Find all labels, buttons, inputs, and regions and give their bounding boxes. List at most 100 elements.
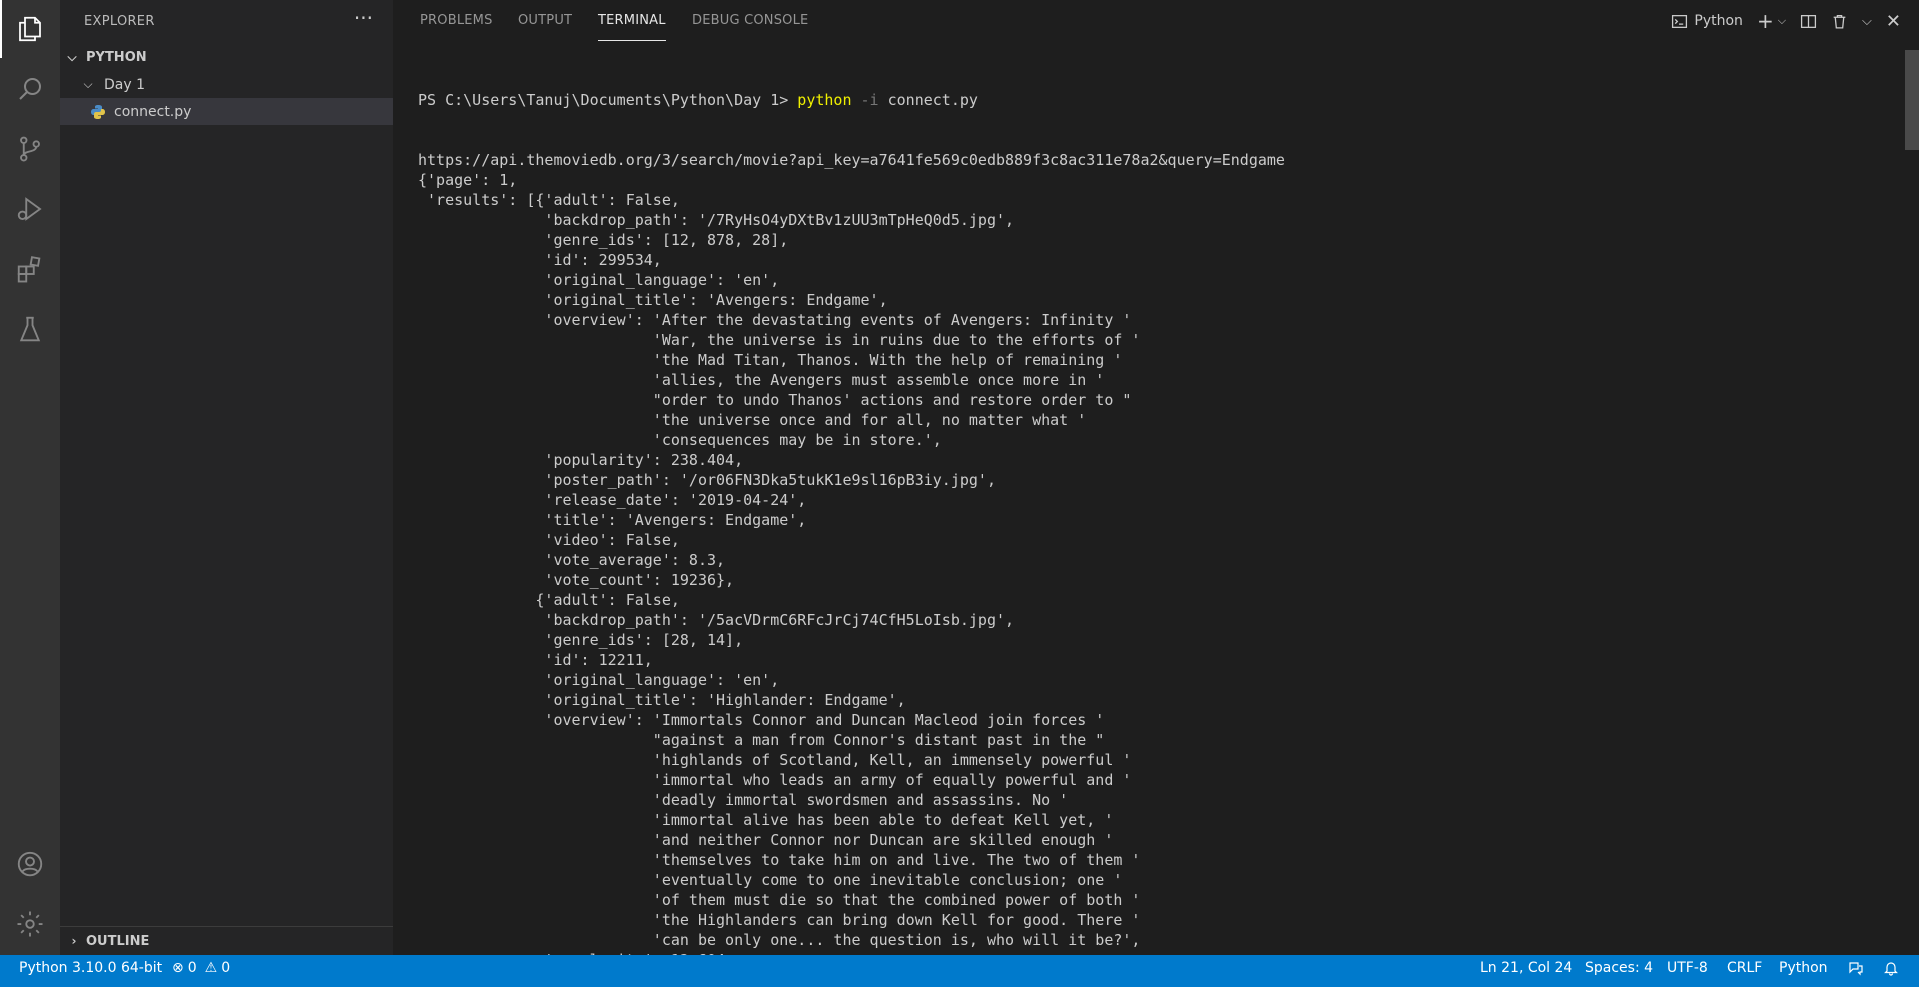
command-flag: -i — [851, 91, 879, 109]
indentation[interactable]: Spaces: 4 — [1585, 955, 1653, 981]
tab-problems[interactable]: PROBLEMS — [420, 13, 493, 28]
file-connect-py[interactable]: connect.py — [60, 98, 421, 125]
terminal-line: 'release_date': '2019-04-24', — [418, 491, 807, 509]
warning-count: 0 — [221, 960, 231, 976]
terminal-line: 'id': 299534, — [418, 251, 662, 269]
terminal-lines: https://api.themoviedb.org/3/search/movi… — [418, 150, 1888, 955]
terminal-line: 'War, the universe is in ruins due to th… — [418, 331, 1141, 349]
panel-toolbar: Python + ⌵ ⌵ ✕ — [1671, 8, 1901, 34]
terminal-line: "against a man from Connor's distant pas… — [418, 731, 1105, 749]
terminal-line: 'title': 'Avengers: Endgame', — [418, 511, 807, 529]
terminal-line: 'immortal who leads an army of equally p… — [418, 771, 1132, 789]
extensions-icon[interactable] — [0, 240, 60, 298]
terminal-profile[interactable]: Python — [1671, 13, 1743, 30]
chevron-right-icon: › — [71, 934, 77, 948]
explorer-sidebar: EXPLORER ··· ⌵ PYTHON ⌵ Day 1 connect.py… — [60, 0, 421, 955]
status-bar: Python 3.10.0 64-bit ⊗ 0 ⚠ 0 Ln 21, Col … — [0, 955, 1919, 987]
account-icon[interactable] — [0, 835, 60, 893]
outline-section[interactable]: › OUTLINE — [60, 926, 393, 955]
terminal-line: 'vote_average': 8.3, — [418, 551, 726, 569]
trash-icon[interactable] — [1831, 13, 1848, 30]
terminal-line: 'can be only one... the question is, who… — [418, 931, 1141, 949]
terminal-prompt: PS C:\Users\Tanuj\Documents\Python\Day 1… — [418, 91, 798, 109]
terminal-line: https://api.themoviedb.org/3/search/movi… — [418, 151, 1285, 169]
terminal-line: 'and neither Connor nor Duncan are skill… — [418, 831, 1114, 849]
settings-gear-icon[interactable] — [0, 895, 60, 953]
terminal-line: 'backdrop_path': '/5acVDrmC6RFcJrCj74CfH… — [418, 611, 1015, 629]
terminal-line: 'of them must die so that the combined p… — [418, 891, 1141, 909]
folder-day-1[interactable]: ⌵ Day 1 — [60, 71, 413, 98]
terminal-line: 'consequences may be in store.', — [418, 431, 942, 449]
terminal-line: 'poster_path': '/or06FN3Dka5tukK1e9sl16p… — [418, 471, 996, 489]
terminal-icon — [1672, 14, 1688, 28]
testing-icon[interactable] — [0, 300, 60, 358]
terminal-line: 'themselves to take him on and live. The… — [418, 851, 1141, 869]
encoding[interactable]: UTF-8 — [1667, 955, 1708, 981]
split-terminal-icon[interactable] — [1800, 13, 1817, 30]
command-keyword: python — [797, 91, 852, 109]
run-debug-icon[interactable] — [0, 180, 60, 238]
terminal-line: {'page': 1, — [418, 171, 518, 189]
maximize-panel-icon[interactable]: ⌵ — [1862, 14, 1872, 29]
outline-label: OUTLINE — [86, 933, 150, 949]
chevron-down-icon: ⌵ — [83, 77, 93, 91]
activity-bar — [0, 0, 60, 955]
warning-icon: ⚠ — [204, 960, 218, 976]
tab-output[interactable]: OUTPUT — [518, 13, 572, 28]
terminal-line: 'original_language': 'en', — [418, 671, 780, 689]
terminal-line: 'deadly immortal swordsmen and assassins… — [418, 791, 1069, 809]
workspace-folder[interactable]: ⌵ PYTHON — [60, 44, 397, 71]
terminal-line: 'overview': 'Immortals Connor and Duncan… — [418, 711, 1105, 729]
terminal-line: 'genre_ids': [28, 14], — [418, 631, 744, 649]
end-of-line[interactable]: CRLF — [1727, 955, 1762, 981]
terminal-line: 'results': [{'adult': False, — [418, 191, 680, 209]
tab-terminal[interactable]: TERMINAL — [598, 13, 666, 41]
terminal-line: 'the Mad Titan, Thanos. With the help of… — [418, 351, 1123, 369]
terminal-output[interactable]: PS C:\Users\Tanuj\Documents\Python\Day 1… — [418, 50, 1888, 955]
panel-tabs: PROBLEMS OUTPUT TERMINAL DEBUG CONSOLE P… — [393, 0, 1919, 42]
python-interpreter[interactable]: Python 3.10.0 64-bit — [19, 955, 162, 981]
terminal-line: 'the Highlanders can bring down Kell for… — [418, 911, 1141, 929]
notifications-bell-icon[interactable] — [1883, 955, 1899, 981]
terminal-line: 'the universe once and for all, no matte… — [418, 411, 1087, 429]
explorer-icon[interactable] — [0, 0, 60, 58]
error-icon: ⊗ — [172, 960, 184, 976]
terminal-line: 'video': False, — [418, 531, 680, 549]
explorer-title: EXPLORER — [84, 14, 155, 29]
terminal-line: 'id': 12211, — [418, 651, 653, 669]
terminal-line: 'backdrop_path': '/7RyHsO4yDXtBv1zUU3mTp… — [418, 211, 1015, 229]
more-actions-icon[interactable]: ··· — [354, 6, 373, 30]
cursor-position[interactable]: Ln 21, Col 24 — [1480, 955, 1572, 981]
terminal-line: {'adult': False, — [418, 591, 680, 609]
terminal-line: 'popularity': 238.404, — [418, 451, 744, 469]
terminal-line: 'original_language': 'en', — [418, 271, 780, 289]
python-file-icon — [90, 104, 106, 120]
workspace-label: PYTHON — [86, 50, 147, 65]
terminal-line: 'highlands of Scotland, Kell, an immense… — [418, 751, 1132, 769]
terminal-panel: PROBLEMS OUTPUT TERMINAL DEBUG CONSOLE P… — [393, 0, 1919, 955]
tab-debug-console[interactable]: DEBUG CONSOLE — [692, 13, 808, 28]
close-panel-icon[interactable]: ✕ — [1886, 11, 1901, 32]
feedback-icon[interactable] — [1848, 955, 1864, 981]
search-icon[interactable] — [0, 60, 60, 118]
terminal-line: 'original_title': 'Highlander: Endgame', — [418, 691, 906, 709]
terminal-line: 'original_title': 'Avengers: Endgame', — [418, 291, 888, 309]
terminal-command-line: PS C:\Users\Tanuj\Documents\Python\Day 1… — [418, 90, 1888, 110]
language-mode[interactable]: Python — [1779, 955, 1828, 981]
terminal-scrollbar[interactable] — [1905, 50, 1919, 150]
command-argument: connect.py — [878, 91, 978, 109]
terminal-line: 'eventually come to one inevitable concl… — [418, 871, 1123, 889]
terminal-line: "order to undo Thanos' actions and resto… — [418, 391, 1132, 409]
chevron-down-icon[interactable]: ⌵ — [1778, 14, 1786, 28]
terminal-line: 'immortal alive has been able to defeat … — [418, 811, 1114, 829]
terminal-line: 'genre_ids': [12, 878, 28], — [418, 231, 789, 249]
terminal-profile-label: Python — [1694, 13, 1743, 29]
problems-indicator[interactable]: ⊗ 0 ⚠ 0 — [172, 955, 230, 981]
chevron-down-icon: ⌵ — [67, 50, 77, 64]
terminal-line: 'allies, the Avengers must assemble once… — [418, 371, 1105, 389]
terminal-line: 'overview': 'After the devastating event… — [418, 311, 1132, 329]
source-control-icon[interactable] — [0, 120, 60, 178]
file-label: connect.py — [114, 103, 192, 120]
terminal-line: 'vote_count': 19236}, — [418, 571, 735, 589]
new-terminal-icon[interactable]: + — [1757, 9, 1774, 33]
